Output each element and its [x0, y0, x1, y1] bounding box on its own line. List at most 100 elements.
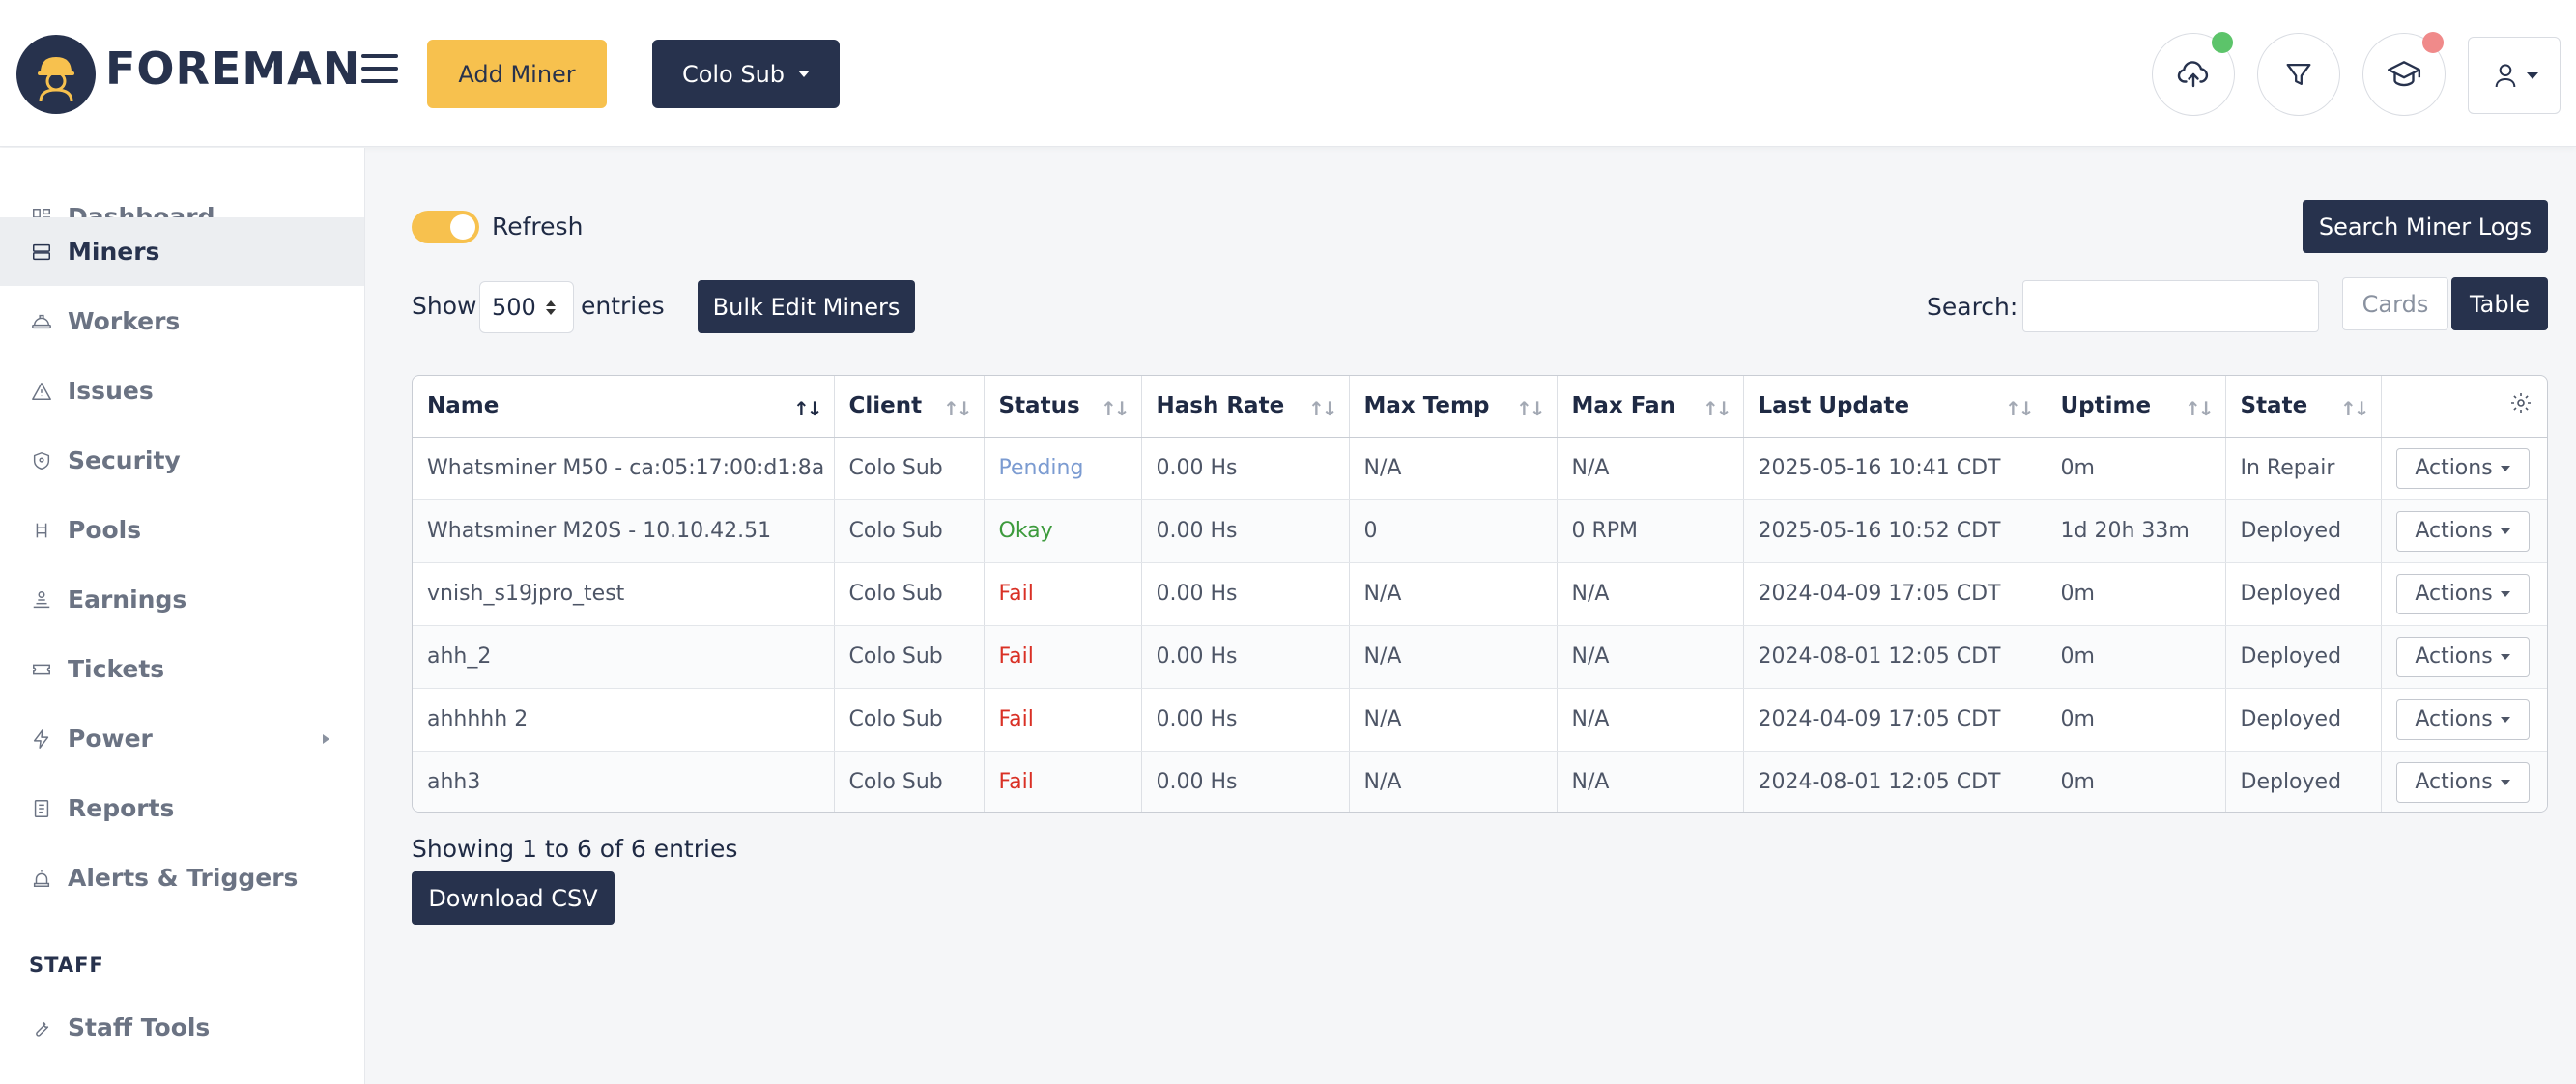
sort-icon: ↑↓ [1515, 397, 1545, 420]
cell-hash-rate: 0.00 Hs [1141, 499, 1350, 563]
filter-icon [2286, 63, 2311, 86]
actions-dropdown-button[interactable]: Actions [2395, 573, 2530, 614]
cell-client: Colo Sub [834, 751, 985, 812]
sidebar-item-label: Miners [68, 238, 160, 266]
entries-label: entries [581, 292, 665, 320]
sidebar-item-earnings[interactable]: Earnings [0, 565, 364, 634]
cell-uptime: 0m [2046, 751, 2226, 812]
caret-down-icon [2500, 716, 2510, 723]
actions-label: Actions [2415, 519, 2493, 543]
column-header-hash-rate[interactable]: Hash Rate ↑↓ [1141, 376, 1350, 438]
table-row[interactable]: vnish_s19jpro_test Colo Sub Fail 0.00 Hs N/A… [413, 562, 2547, 626]
server-icon [33, 243, 50, 260]
table-row[interactable]: Whatsminer M20S - 10.10.42.51 Colo Sub Oka… [413, 499, 2547, 563]
entries-select[interactable]: 500 [479, 281, 574, 333]
cards-view-button[interactable]: Cards [2342, 277, 2448, 330]
menu-toggle-icon[interactable] [361, 54, 398, 83]
sidebar-item-label: Staff Tools [68, 1013, 211, 1041]
sidebar-item-security[interactable]: Security [0, 426, 364, 495]
cell-max-fan: N/A [1557, 688, 1744, 752]
wrench-icon [36, 1021, 49, 1037]
caret-down-icon [2500, 465, 2510, 471]
actions-dropdown-button[interactable]: Actions [2395, 761, 2530, 803]
column-header-name[interactable]: Name ↑↓ [413, 376, 835, 438]
cell-name[interactable]: ahh3 [413, 751, 835, 812]
add-miner-button[interactable]: Add Miner [427, 40, 607, 108]
column-header-state[interactable]: State ↑↓ [2225, 376, 2382, 438]
table-row[interactable]: ahh_2 Colo Sub Fail 0.00 Hs N/A N/A 2024-08-01… [413, 625, 2547, 689]
sort-icon: ↑↓ [2339, 397, 2369, 420]
cell-hash-rate: 0.00 Hs [1141, 688, 1350, 752]
sidebar-item-label: Earnings [68, 585, 187, 613]
sidebar-item-miners[interactable]: Miners [0, 217, 364, 286]
search-input[interactable] [2022, 280, 2319, 332]
cell-name[interactable]: Whatsminer M50 - ca:05:17:00:d1:8a [413, 437, 835, 500]
table-view-button[interactable]: Table [2451, 277, 2548, 330]
actions-dropdown-button[interactable]: Actions [2395, 699, 2530, 740]
caret-down-icon [2527, 71, 2538, 79]
cell-last-update: 2024-08-01 12:05 CDT [1743, 625, 2046, 689]
sort-icon: ↑↓ [2184, 397, 2214, 420]
logo-text: FOREMAN [105, 43, 361, 95]
sidebar-item-label: Power [68, 725, 153, 753]
sort-icon: ↑↓ [1100, 397, 1130, 420]
sidebar-item-workers[interactable]: Workers [0, 287, 364, 356]
refresh-label: Refresh [492, 213, 584, 241]
table-row[interactable]: ahhhhh 2 Colo Sub Fail 0.00 Hs N/A N/A 2024-04… [413, 688, 2547, 752]
bulk-edit-miners-button[interactable]: Bulk Edit Miners [698, 280, 915, 333]
client-selector-label: Colo Sub [681, 60, 786, 88]
cell-max-temp: N/A [1349, 437, 1558, 500]
column-header-last-update[interactable]: Last Update ↑↓ [1743, 376, 2046, 438]
cell-max-fan: N/A [1557, 751, 1744, 812]
select-arrows-icon [545, 300, 556, 315]
client-selector-button[interactable]: Colo Sub [652, 40, 840, 108]
refresh-toggle[interactable] [412, 211, 479, 243]
column-settings-header[interactable] [2381, 376, 2547, 438]
graduation-cap-icon [2387, 61, 2421, 87]
pools-icon [36, 523, 47, 537]
sidebar-item-pools[interactable]: Pools [0, 496, 364, 564]
cell-status: Fail [984, 751, 1142, 812]
table-row[interactable]: ahh3 Colo Sub Fail 0.00 Hs N/A N/A 2024-08-01 … [413, 751, 2547, 812]
search-miner-logs-button[interactable]: Search Miner Logs [2303, 200, 2548, 253]
column-header-client[interactable]: Client ↑↓ [834, 376, 985, 438]
actions-dropdown-button[interactable]: Actions [2395, 636, 2530, 677]
column-header-max-temp[interactable]: Max Temp ↑↓ [1349, 376, 1558, 438]
sidebar: Dashboard Miners Workers Issues Security… [0, 148, 365, 1084]
earnings-icon [33, 590, 50, 608]
actions-label: Actions [2415, 770, 2493, 795]
column-header-status[interactable]: Status ↑↓ [984, 376, 1142, 438]
sidebar-item-tickets[interactable]: Tickets [0, 635, 364, 703]
notification-dot-green [2212, 32, 2233, 53]
sidebar-item-alerts-triggers[interactable]: Alerts & Triggers [0, 843, 364, 912]
sidebar-item-staff-tools[interactable]: Staff Tools [0, 993, 364, 1062]
cell-last-update: 2024-08-01 12:05 CDT [1743, 751, 2046, 812]
gear-icon[interactable] [2509, 391, 2533, 414]
actions-dropdown-button[interactable]: Actions [2395, 510, 2530, 552]
actions-dropdown-button[interactable]: Actions [2395, 447, 2530, 489]
sidebar-item-reports[interactable]: Reports [0, 774, 364, 842]
cloud-upload-icon [2177, 61, 2209, 88]
sort-desc-icon: ↑↓ [792, 397, 822, 420]
download-csv-button[interactable]: Download CSV [412, 871, 615, 925]
cell-name[interactable]: ahh_2 [413, 625, 835, 689]
cell-name[interactable]: vnish_s19jpro_test [413, 562, 835, 626]
cell-name[interactable]: Whatsminer M20S - 10.10.42.51 [413, 499, 835, 563]
cell-actions: Actions [2381, 437, 2547, 500]
sidebar-item-label: Workers [68, 307, 181, 335]
column-header-uptime[interactable]: Uptime ↑↓ [2046, 376, 2226, 438]
cell-name[interactable]: ahhhhh 2 [413, 688, 835, 752]
cell-client: Colo Sub [834, 562, 985, 626]
sidebar-item-power[interactable]: Power [0, 704, 364, 773]
table-row[interactable]: Whatsminer M50 - ca:05:17:00:d1:8a Colo S… [413, 437, 2547, 500]
sidebar-item-issues[interactable]: Issues [0, 357, 364, 425]
column-header-max-fan[interactable]: Max Fan ↑↓ [1557, 376, 1744, 438]
cell-uptime: 0m [2046, 562, 2226, 626]
filter-button[interactable] [2257, 33, 2340, 116]
sort-icon: ↑↓ [2004, 397, 2034, 420]
user-menu-button[interactable] [2468, 37, 2561, 114]
caret-down-icon [2500, 528, 2510, 534]
entries-info: Showing 1 to 6 of 6 entries [412, 835, 738, 863]
user-icon [2495, 64, 2516, 88]
actions-label: Actions [2415, 644, 2493, 669]
